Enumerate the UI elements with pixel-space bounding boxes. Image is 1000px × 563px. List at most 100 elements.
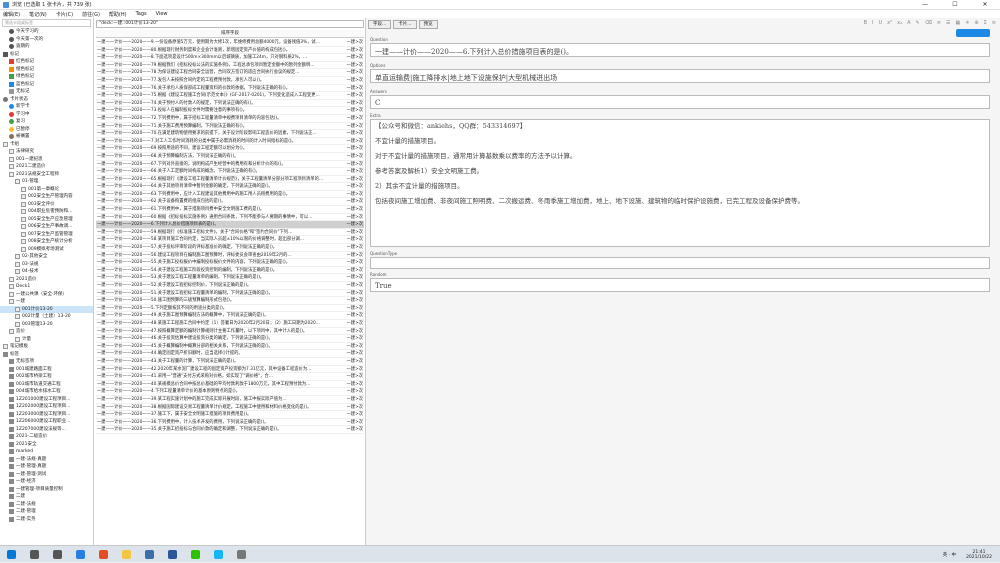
table-row[interactable]: 一建——计价——2020——63.下列费用中，应计入工程建设其他费用中的施工用人… — [96, 191, 364, 199]
format-icon[interactable]: ✳ — [965, 20, 969, 26]
sidebar-item[interactable]: 一建-经济 — [0, 478, 93, 486]
sidebar-item[interactable]: 二建-法规 — [0, 501, 93, 509]
sidebar-item[interactable]: 标记 — [0, 51, 93, 59]
menu-edit[interactable]: 编辑(E) — [3, 11, 20, 18]
format-icon[interactable]: ≡ — [992, 20, 996, 26]
table-row[interactable]: 一建——计价——2020——9.一份设备原值5万元，使用期为大修1次，年维修费用… — [96, 39, 364, 47]
field-editor[interactable] — [370, 257, 990, 269]
table-row[interactable]: 一建——计价——2020——54.关于建设工程施工阶段投资控制的编制，下列说法正… — [96, 267, 364, 275]
sidebar-item[interactable]: 今天第一次的 — [0, 36, 93, 44]
qq-icon[interactable] — [214, 549, 223, 559]
sidebar-item[interactable]: 1Z206000建设工程职业... — [0, 418, 93, 426]
menu-view[interactable]: View — [156, 11, 168, 17]
table-row[interactable]: 一建——计价——2020——64.关于其他项目清单中暂列金额的确定，下列说法正确… — [96, 183, 364, 191]
format-icon[interactable]: ⊕ — [974, 20, 978, 26]
sidebar-item[interactable]: 2021安全 — [0, 441, 93, 449]
menu-tags[interactable]: Tags — [136, 11, 147, 17]
table-row[interactable]: 一建——计价——2020——50.施工图预算的三级预算编制形式包括()。 一建>次 — [96, 297, 364, 305]
table-row[interactable]: 一建——计价——2020——6.下列计入总价措施项目表的是()。 一建>次 — [96, 221, 364, 229]
fields-button[interactable]: 字段... — [368, 20, 392, 29]
table-row[interactable]: 一建——计价——2020——76.关于承包人质保部成工程量资料的价款的依据，下列… — [96, 85, 364, 93]
file-explorer-icon[interactable] — [122, 549, 131, 559]
table-row[interactable]: 一建——计价——2020——37.施工下，属于安全文明施工措施的项目费用是()。… — [96, 411, 364, 419]
table-row[interactable]: 一建——计价——2020——39.某工程实施计划中的施工完成实际开展时段，施工中… — [96, 396, 364, 404]
sidebar-item[interactable]: 标签 — [0, 351, 93, 359]
table-row[interactable]: 一建——计价——2020——72.下列费用中，属于招标工程量清单中规费项目清单的… — [96, 115, 364, 123]
sidebar-item[interactable]: 002计量（土建）13-20 — [0, 313, 93, 321]
sidebar-item[interactable]: 009模拟考场测试 — [0, 246, 93, 254]
sidebar-item[interactable]: 逾期的 — [0, 43, 93, 51]
sidebar-item[interactable]: 今天学习的 — [0, 28, 93, 36]
menu-cards[interactable]: 卡片(C) — [56, 11, 73, 18]
format-icon[interactable]: ✎ — [916, 20, 920, 26]
sidebar-item[interactable]: 002城市桥梁工程 — [0, 373, 93, 381]
sidebar-item[interactable]: 造价 — [0, 328, 93, 336]
table-row[interactable]: 一建——计价——2020——66.关于人工定额时间构成的概念，下列说法正确的有(… — [96, 168, 364, 176]
sidebar-item[interactable]: 复习 — [0, 118, 93, 126]
wechat-icon[interactable] — [191, 549, 200, 559]
sidebar-item[interactable]: 红色标记 — [0, 58, 93, 66]
sidebar-item[interactable]: 001—建纪思 — [0, 156, 93, 164]
table-row[interactable]: 一建——计价——2020——41.采用一"普通"支付方式采购对价格，如实现了"调… — [96, 373, 364, 381]
table-row[interactable]: 一建——计价——2020——53.关于建设工程工程量清单的编制，下列说法正确的是… — [96, 274, 364, 282]
windows-icon[interactable] — [7, 549, 16, 559]
table-row[interactable]: 一建——计价——2020——68.关于预算编制方法，下列说法正确的有()。 一建>… — [96, 153, 364, 161]
sidebar-item[interactable]: 2021-二级造价 — [0, 433, 93, 441]
sidebar-item[interactable]: 一建-管理-测试 — [0, 471, 93, 479]
sidebar-item[interactable]: 2021二建造价 — [0, 163, 93, 171]
table-row[interactable]: 一建——计价——2020——45.关于概算编制中概算分部的相关关系，下列说法正确… — [96, 343, 364, 351]
table-row[interactable]: 一建——计价——2020——62.关于设备购置费的组成包括的是()。 一建>次 — [96, 198, 364, 207]
format-icon[interactable]: ☰ — [946, 20, 950, 26]
sidebar-item[interactable]: 001计价13-20 — [0, 305, 93, 313]
table-row[interactable]: 一建——计价——2020——77.发包人未按照合同约定的工程费预付款，承包人可以… — [96, 77, 364, 85]
preview-button[interactable]: 预览 — [418, 20, 438, 29]
table-row[interactable]: 一建——计价——2020——35.关于施工招投标与合同价款的确定和调整，下列说法… — [96, 426, 364, 434]
clock[interactable]: 21:41 2021/10/22 — [966, 550, 992, 560]
minimize-button[interactable]: — — [910, 0, 940, 10]
table-row[interactable]: 一建——计价——2020——4.下列工程量清单计价的基本原则特点的是()。 一建>… — [96, 388, 364, 396]
maximize-button[interactable]: ☐ — [940, 0, 970, 10]
sidebar-item[interactable]: 卡组 — [0, 141, 93, 149]
format-icon[interactable]: ⌫ — [925, 20, 932, 26]
anki-icon[interactable] — [145, 549, 154, 559]
table-row[interactable]: 一建——计价——2020——74.关于预付人的付款人的规定，下列说法正确的有()… — [96, 100, 364, 108]
table-row[interactable]: 一建——计价——2020——80.根据现行财务制度和企业会计准则，新增固定资产价… — [96, 47, 364, 55]
table-row[interactable]: 一建——计价——2020——38.根据国际建设交易工程量清单计价规定，工程施工中… — [96, 404, 364, 412]
column-header-sort-field[interactable]: 排序字段 — [96, 30, 364, 38]
sidebar-item[interactable]: 001第一章概论 — [0, 186, 93, 194]
format-icon[interactable]: Σ — [984, 20, 987, 26]
table-row[interactable]: 一建——计价——2020——48.某施工工程施工合同中约定（1）签署日为2020… — [96, 320, 364, 328]
format-icon[interactable]: x₂ — [897, 20, 902, 26]
sidebar-item[interactable]: 计量 — [0, 336, 93, 344]
sidebar-item[interactable]: 1Z207000建设法规等... — [0, 426, 93, 434]
sidebar-item[interactable]: 卡片状态 — [0, 96, 93, 104]
sidebar-item[interactable]: 新学卡 — [0, 103, 93, 111]
table-row[interactable]: 一建——计价——2020——46.关于投资估算中建设投资分类的确定，下列说法正确… — [96, 335, 364, 343]
table-row[interactable]: 一建——计价——2020——55.关于施工投标报价中编制投标报价文件的内容，下列… — [96, 259, 364, 267]
sidebar-item[interactable]: 一建管理-项目质量控制 — [0, 486, 93, 494]
table-row[interactable]: 一建——计价——2020——5.下列定额按其不同的用途分类的是()。 一建>次 — [96, 305, 364, 313]
table-row[interactable]: 一建——计价——2020——59.根据现行《标准施工招标文件》，关于"合同价格"… — [96, 229, 364, 237]
task-view-icon[interactable] — [53, 549, 62, 559]
sidebar-item[interactable]: 03-法规 — [0, 261, 93, 269]
format-icon[interactable]: I — [872, 20, 873, 26]
field-editor[interactable]: 【公众号和微信：ankiehs，QQ群：543314697】 不宜计量的措施项目。… — [370, 119, 990, 247]
settings-icon[interactable] — [237, 549, 246, 559]
table-row[interactable]: 一建——计价——2020——49.关于施工图预算编制方法的概算中，下列说法正确的… — [96, 312, 364, 320]
sidebar-item[interactable]: 2021造价 — [0, 276, 93, 284]
menu-go[interactable]: 前往(G) — [82, 11, 100, 18]
sidebar-item[interactable]: 一建-法规-真题 — [0, 456, 93, 464]
cloud-sync-button[interactable] — [956, 29, 990, 37]
sidebar-item[interactable]: 无标记 — [0, 88, 93, 96]
sidebar-item[interactable]: 法律研究 — [0, 148, 93, 156]
sidebar-item[interactable]: 一建-管理-真题 — [0, 463, 93, 471]
table-row[interactable]: 一建——计价——2020——40.某规模总价合同中按总价基础的平均付款利款于18… — [96, 381, 364, 389]
menu-notes[interactable]: 笔记(N) — [29, 11, 47, 18]
table-row[interactable]: 一建——计价——2020——51.关于建设工程招标工程量清单的编制，下列说法正确… — [96, 290, 364, 298]
format-icon[interactable]: A — [907, 20, 910, 26]
field-editor[interactable]: True — [370, 278, 990, 292]
sidebar-item[interactable]: 001城建路面工程 — [0, 366, 93, 374]
table-row[interactable]: 一建——计价——2020——43.关于工程量的计算，下列说法正确的是()。 一建>… — [96, 358, 364, 366]
table-row[interactable]: 一建——计价——2020——44.确定固定资产折旧额时，应当选择()计提的。 一建… — [96, 350, 364, 358]
field-editor[interactable]: 单直运输费|施工降排水|地上地下设施保护|大型机械进出场 — [370, 69, 990, 83]
